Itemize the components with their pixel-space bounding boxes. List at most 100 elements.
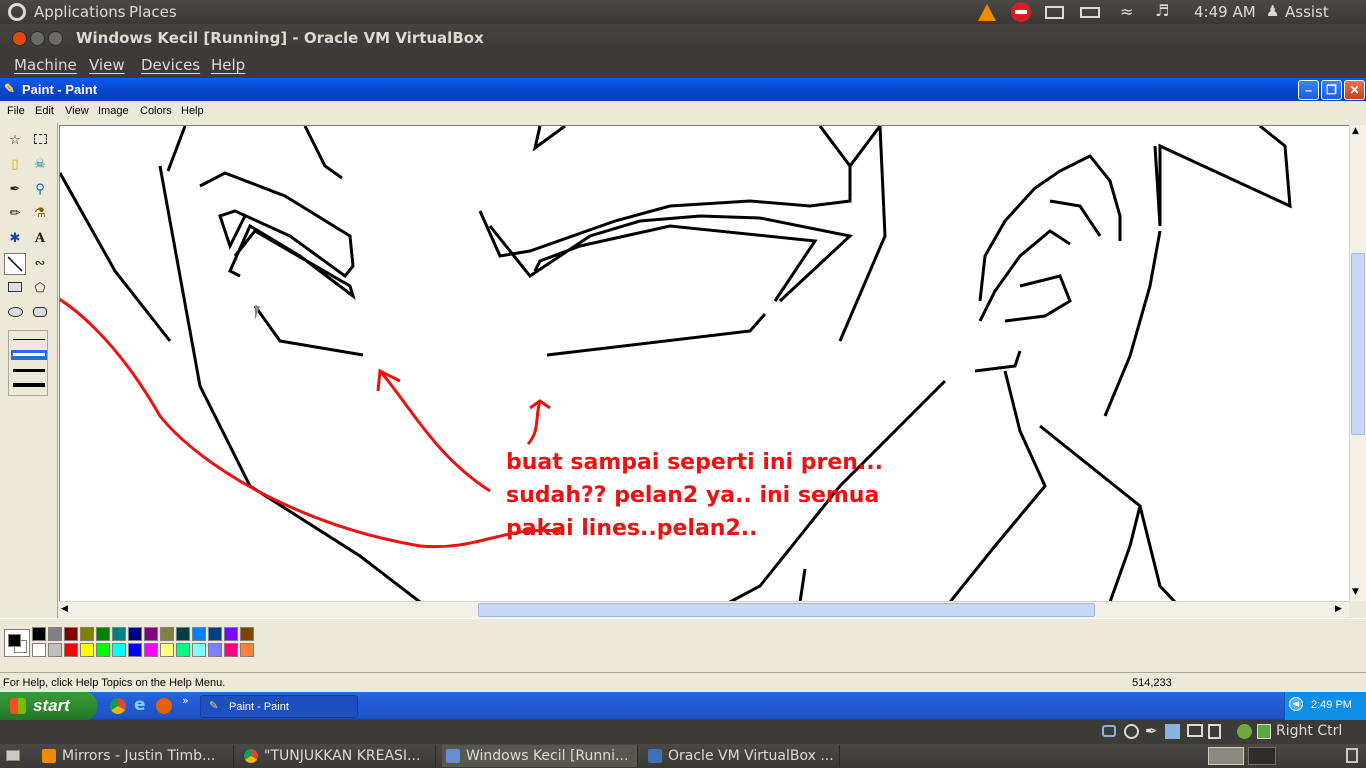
curve-tool-icon[interactable]: ∾	[29, 253, 51, 275]
paint-menu-edit[interactable]: Edit	[35, 105, 54, 117]
mouse-integration-status-icon[interactable]	[1257, 724, 1271, 739]
palette-bottom-swatch-4[interactable]	[96, 643, 110, 657]
palette-bottom-swatch-0[interactable]	[32, 643, 46, 657]
palette-top-swatch-1[interactable]	[48, 627, 62, 641]
palette-bottom-swatch-6[interactable]	[128, 643, 142, 657]
workspace-switcher-1[interactable]	[1208, 747, 1244, 765]
palette-top-swatch-0[interactable]	[32, 627, 46, 641]
guest-screen[interactable]: ✎ Paint - Paint – ❐ ✕ File Edit View Ima…	[0, 78, 1366, 720]
horizontal-scroll-thumb[interactable]	[478, 603, 1095, 617]
scroll-right-arrow-icon[interactable]: ▶	[1335, 604, 1342, 614]
mail-icon[interactable]	[1045, 6, 1064, 19]
palette-top-swatch-7[interactable]	[144, 627, 158, 641]
applications-menu[interactable]: Applications	[34, 3, 126, 21]
eraser-tool-icon[interactable]: ▯	[4, 154, 26, 176]
virtualization-status-icon[interactable]	[1237, 724, 1252, 739]
xp-clock[interactable]: 2:49 PM	[1311, 699, 1352, 711]
paint-canvas[interactable]: buat sampai seperti ini pren... sudah?? …	[59, 125, 1349, 601]
palette-top-swatch-8[interactable]	[160, 627, 174, 641]
palette-bottom-swatch-11[interactable]	[208, 643, 222, 657]
paint-menu-colors[interactable]: Colors	[140, 105, 172, 117]
vlc-tray-icon[interactable]	[978, 4, 996, 21]
palette-bottom-swatch-9[interactable]	[176, 643, 190, 657]
vbox-maximize-button[interactable]	[48, 31, 63, 46]
palette-bottom-swatch-2[interactable]	[64, 643, 78, 657]
palette-bottom-swatch-12[interactable]	[224, 643, 238, 657]
volume-icon[interactable]: ♬	[1155, 1, 1169, 20]
line-width-selector[interactable]	[8, 330, 48, 396]
do-not-disturb-icon[interactable]	[1011, 2, 1031, 22]
palette-top-swatch-6[interactable]	[128, 627, 142, 641]
rectangle-tool-icon[interactable]	[4, 278, 26, 300]
wifi-icon[interactable]: ≈	[1120, 2, 1133, 21]
fill-tool-icon[interactable]: ☠	[29, 154, 51, 176]
polygon-tool-icon[interactable]: ⬠	[29, 278, 51, 300]
palette-bottom-swatch-13[interactable]	[240, 643, 254, 657]
paint-minimize-button[interactable]: –	[1298, 80, 1319, 100]
paint-maximize-button[interactable]: ❐	[1321, 80, 1342, 100]
palette-top-swatch-4[interactable]	[96, 627, 110, 641]
top-panel-clock[interactable]: 4:49 AM	[1194, 3, 1256, 21]
paint-title-bar[interactable]: ✎ Paint - Paint – ❐ ✕	[0, 78, 1366, 101]
canvas-vertical-scrollbar[interactable]: ▲ ▼	[1349, 125, 1366, 601]
text-tool-icon[interactable]: A	[29, 228, 51, 250]
quicklaunch-more-icon[interactable]: »	[182, 694, 189, 707]
paint-close-button[interactable]: ✕	[1344, 80, 1365, 100]
network-status-icon[interactable]	[1165, 724, 1180, 739]
display-status-icon[interactable]	[1208, 724, 1221, 739]
scroll-up-arrow-icon[interactable]: ▲	[1352, 126, 1359, 136]
xp-task-paint[interactable]: ✎ Paint - Paint	[200, 695, 358, 718]
airbrush-tool-icon[interactable]: ✱	[4, 228, 26, 250]
hdd-status-icon[interactable]	[1102, 725, 1116, 737]
workspace-switcher-2[interactable]	[1248, 747, 1276, 765]
canvas-horizontal-scrollbar[interactable]: ◀ ▶	[59, 601, 1349, 618]
palette-bottom-swatch-5[interactable]	[112, 643, 126, 657]
palette-bottom-swatch-3[interactable]	[80, 643, 94, 657]
tray-expand-icon[interactable]: ◀	[1289, 697, 1303, 711]
user-icon[interactable]: ♟	[1266, 2, 1279, 20]
quicklaunch-firefox-icon[interactable]	[156, 698, 172, 714]
palette-top-swatch-3[interactable]	[80, 627, 94, 641]
vbox-menu-help[interactable]: Help	[211, 56, 245, 74]
magnifier-tool-icon[interactable]: ⚲	[29, 179, 51, 201]
palette-top-swatch-10[interactable]	[192, 627, 206, 641]
paint-menu-image[interactable]: Image	[98, 105, 129, 117]
bottom-task-windows-kecil[interactable]: Windows Kecil [Runni...	[442, 745, 638, 767]
quicklaunch-chrome-icon[interactable]	[110, 698, 126, 714]
color-picker-tool-icon[interactable]: ✒	[4, 179, 26, 201]
cd-status-icon[interactable]	[1124, 724, 1139, 739]
brush-tool-icon[interactable]: ⚗	[29, 203, 51, 225]
palette-bottom-swatch-10[interactable]	[192, 643, 206, 657]
palette-top-swatch-9[interactable]	[176, 627, 190, 641]
battery-icon[interactable]	[1080, 7, 1100, 18]
bottom-task-chrome[interactable]: "TUNJUKKAN KREASI...	[240, 745, 436, 767]
paint-menu-file[interactable]: File	[7, 105, 25, 117]
palette-top-swatch-2[interactable]	[64, 627, 78, 641]
vbox-menu-devices[interactable]: Devices	[141, 56, 200, 74]
palette-bottom-swatch-1[interactable]	[48, 643, 62, 657]
vbox-close-button[interactable]	[12, 31, 27, 46]
top-panel-user[interactable]: Assist	[1285, 3, 1329, 21]
palette-top-swatch-12[interactable]	[224, 627, 238, 641]
vbox-menu-view[interactable]: View	[89, 56, 125, 74]
palette-top-swatch-13[interactable]	[240, 627, 254, 641]
vertical-scroll-thumb[interactable]	[1351, 253, 1365, 435]
ubuntu-logo-icon[interactable]	[8, 3, 26, 21]
pencil-tool-icon[interactable]: ✏	[4, 203, 26, 225]
bottom-task-vbox-manager[interactable]: Oracle VM VirtualBox ...	[644, 745, 840, 767]
scroll-left-arrow-icon[interactable]: ◀	[61, 604, 68, 614]
usb-status-icon[interactable]: ✒	[1145, 722, 1158, 740]
bottom-task-vlc[interactable]: Mirrors - Justin Timb...	[38, 745, 234, 767]
xp-start-button[interactable]: start	[0, 692, 97, 720]
shared-folder-status-icon[interactable]	[1187, 724, 1203, 737]
paint-menu-help[interactable]: Help	[181, 105, 204, 117]
palette-top-swatch-11[interactable]	[208, 627, 222, 641]
vbox-menu-machine[interactable]: Machine	[14, 56, 77, 74]
ellipse-tool-icon[interactable]	[4, 303, 26, 325]
free-select-tool-icon[interactable]: ☆	[4, 130, 26, 152]
show-desktop-icon[interactable]	[6, 750, 20, 761]
palette-bottom-swatch-8[interactable]	[160, 643, 174, 657]
vbox-minimize-button[interactable]	[30, 31, 45, 46]
line-tool-icon[interactable]	[4, 253, 26, 275]
rounded-rect-tool-icon[interactable]	[29, 303, 51, 325]
